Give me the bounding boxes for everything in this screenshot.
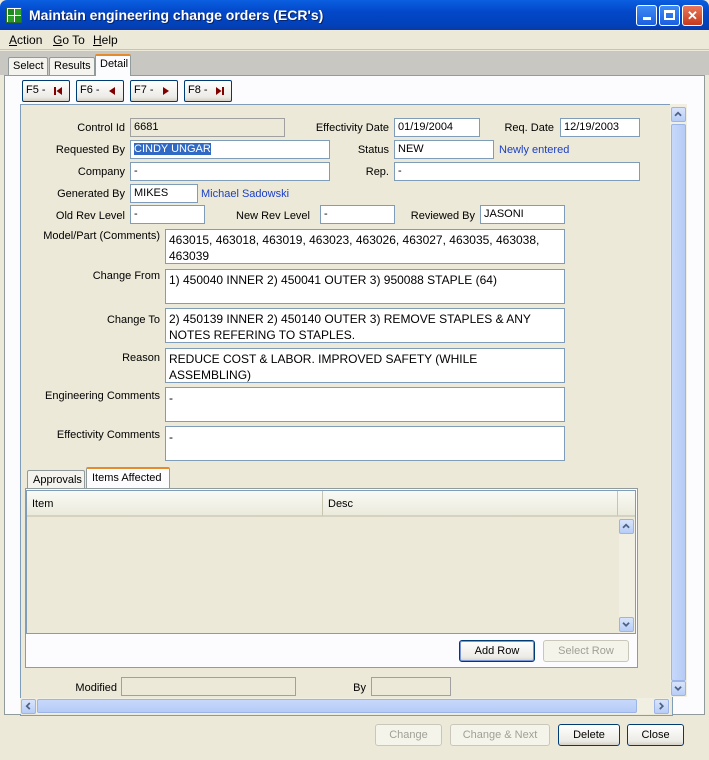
engineering-comments-field[interactable]: -: [165, 387, 565, 422]
requested-by-field[interactable]: CINDY UNGAR: [130, 140, 330, 159]
menu-help[interactable]: Help: [93, 33, 118, 47]
req-date-label: Req. Date: [504, 122, 554, 134]
app-icon[interactable]: [6, 7, 22, 23]
requested-by-label: Requested By: [55, 144, 125, 156]
reviewed-by-label: Reviewed By: [410, 210, 475, 222]
tab-select[interactable]: Select: [8, 57, 48, 75]
tab-results[interactable]: Results: [49, 57, 95, 75]
form-scroll-right[interactable]: [654, 699, 669, 714]
effectivity-comments-label: Effectivity Comments: [56, 429, 160, 441]
window-title: Maintain engineering change orders (ECR'…: [29, 7, 324, 23]
grid-scroll-up[interactable]: [619, 519, 634, 534]
generated-by-label: Generated By: [57, 188, 125, 200]
chevron-down-icon: [674, 686, 682, 692]
tab-items-affected[interactable]: Items Affected: [86, 467, 170, 488]
maximize-button[interactable]: [659, 5, 680, 26]
generated-by-name: Michael Sadowski: [201, 188, 290, 200]
chevron-up-icon: [622, 523, 630, 529]
old-rev-field[interactable]: -: [130, 205, 205, 224]
close-button[interactable]: Close: [627, 724, 684, 746]
change-to-label: Change To: [106, 314, 160, 326]
modified-field: [121, 677, 296, 696]
column-header-item[interactable]: Item: [27, 491, 323, 517]
minimize-icon: [642, 17, 651, 20]
reason-field[interactable]: REDUCE COST & LABOR. IMPROVED SAFETY (WH…: [165, 348, 565, 383]
change-to-field[interactable]: 2) 450139 INNER 2) 450140 OUTER 3) REMOV…: [165, 308, 565, 343]
by-label: By: [353, 682, 366, 694]
new-rev-field[interactable]: -: [320, 205, 395, 224]
last-icon: [216, 87, 224, 95]
column-header-filler: [618, 491, 635, 517]
close-icon: ✕: [687, 8, 698, 23]
rep-label: Rep.: [365, 166, 389, 178]
next-record-button[interactable]: F7 -: [130, 80, 178, 102]
change-from-label: Change From: [92, 270, 160, 282]
form-horizontal-thumb[interactable]: [37, 699, 637, 713]
chevron-right-icon: [659, 702, 665, 710]
control-id-field: 6681: [130, 118, 285, 137]
effectivity-date-field[interactable]: 01/19/2004: [394, 118, 480, 137]
last-record-button[interactable]: F8 -: [184, 80, 232, 102]
menu-action[interactable]: Action: [9, 33, 42, 47]
model-part-field[interactable]: 463015, 463018, 463019, 463023, 463026, …: [165, 229, 565, 264]
company-label: Company: [77, 166, 125, 178]
form-scroll-up[interactable]: [671, 107, 686, 122]
form-scroll-thumb[interactable]: [671, 124, 686, 681]
generated-by-field[interactable]: MIKES: [130, 184, 198, 203]
company-field[interactable]: -: [130, 162, 330, 181]
model-part-label: Model/Part (Comments): [43, 230, 160, 242]
form-scroll-down[interactable]: [671, 681, 686, 696]
close-window-button[interactable]: ✕: [682, 5, 703, 26]
rep-field[interactable]: -: [394, 162, 640, 181]
delete-button[interactable]: Delete: [558, 724, 620, 746]
minimize-button[interactable]: [636, 5, 657, 26]
status-label: Status: [357, 144, 389, 156]
new-rev-label: New Rev Level: [236, 210, 310, 222]
status-field[interactable]: NEW: [394, 140, 494, 159]
first-icon: [54, 87, 62, 95]
change-and-next-button[interactable]: Change & Next: [450, 724, 550, 746]
next-icon: [163, 87, 169, 95]
effectivity-comments-field[interactable]: -: [165, 426, 565, 461]
engineering-comments-label: Engineering Comments: [45, 390, 160, 402]
req-date-field[interactable]: 12/19/2003: [560, 118, 640, 137]
tab-approvals[interactable]: Approvals: [27, 470, 85, 488]
previous-icon: [109, 87, 115, 95]
menu-bar: Action Go To Help: [0, 30, 709, 50]
effectivity-date-label: Effectivity Date: [315, 122, 389, 134]
status-description: Newly entered: [499, 144, 570, 156]
reviewed-by-field[interactable]: JASONI: [480, 205, 565, 224]
chevron-left-icon: [25, 702, 31, 710]
change-from-field[interactable]: 1) 450040 INNER 2) 450041 OUTER 3) 95008…: [165, 269, 565, 304]
maximize-icon: [664, 10, 675, 20]
select-row-button[interactable]: Select Row: [543, 640, 629, 662]
tab-detail[interactable]: Detail: [95, 54, 131, 76]
title-bar: Maintain engineering change orders (ECR'…: [0, 0, 709, 30]
menu-go-to[interactable]: Go To: [53, 33, 85, 47]
control-id-label: Control Id: [77, 122, 125, 134]
grid-scroll-down[interactable]: [619, 617, 634, 632]
chevron-up-icon: [674, 111, 682, 117]
form-scroll-left[interactable]: [21, 699, 36, 714]
change-button[interactable]: Change: [375, 724, 442, 746]
chevron-down-icon: [622, 622, 630, 628]
add-row-button[interactable]: Add Row: [459, 640, 535, 662]
old-rev-label: Old Rev Level: [55, 210, 125, 222]
column-header-desc[interactable]: Desc: [323, 491, 618, 517]
items-grid: Item Desc: [26, 490, 636, 634]
first-record-button[interactable]: F5 -: [22, 80, 70, 102]
reason-label: Reason: [122, 352, 160, 364]
grid-scrollbar[interactable]: [619, 519, 635, 633]
previous-record-button[interactable]: F6 -: [76, 80, 124, 102]
modified-label: Modified: [75, 682, 117, 694]
by-field: [371, 677, 451, 696]
